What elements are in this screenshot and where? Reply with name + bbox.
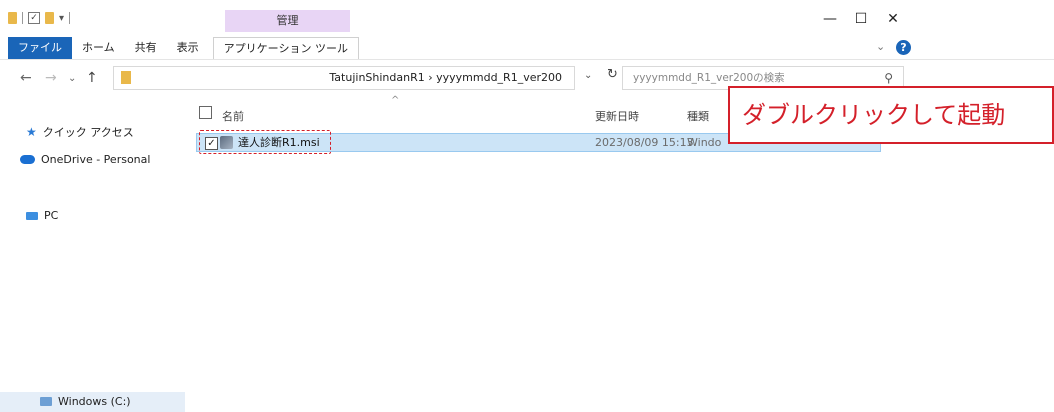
nav-item-quick-access[interactable]: ★ クイック アクセス	[26, 124, 134, 140]
help-icon[interactable]: ?	[896, 40, 911, 55]
back-arrow-icon[interactable]: ←	[20, 70, 32, 86]
select-all-checkbox[interactable]	[199, 106, 212, 119]
folder-icon[interactable]	[8, 12, 17, 24]
address-dropdown-icon[interactable]: ⌄	[584, 70, 592, 81]
tab-home[interactable]: ホーム	[72, 37, 125, 59]
new-folder-icon[interactable]	[45, 12, 54, 24]
file-date: 2023/08/09 15:13	[595, 136, 694, 149]
nav-item-label: PC	[44, 209, 59, 222]
customize-toolbar-icon[interactable]: ▾	[59, 13, 64, 24]
refresh-icon[interactable]: ↻	[607, 67, 618, 82]
minimize-button[interactable]: —	[815, 8, 845, 30]
address-bar[interactable]: TatujinShindanR1 › yyyymmdd_R1_ver200	[113, 66, 575, 90]
quick-access-toolbar: ✓ ▾	[8, 10, 71, 26]
up-arrow-icon[interactable]: ↑	[86, 70, 98, 86]
tab-application-tools[interactable]: アプリケーション ツール	[212, 37, 359, 59]
folder-icon	[121, 71, 131, 84]
nav-item-label: Windows (C:)	[58, 395, 131, 408]
expand-ribbon-icon[interactable]: ⌄	[876, 40, 885, 53]
annotation-callout: ダブルクリックして起動	[728, 86, 1054, 144]
nav-item-onedrive[interactable]: OneDrive - Personal	[20, 153, 150, 166]
maximize-button[interactable]: ☐	[846, 8, 876, 30]
toolbar-divider	[22, 12, 23, 24]
forward-arrow-icon[interactable]: →	[45, 70, 57, 86]
cloud-icon	[20, 155, 35, 164]
close-button[interactable]: ✕	[878, 8, 908, 30]
sort-ascending-icon: ^	[391, 95, 400, 106]
tab-view[interactable]: 表示	[167, 37, 209, 59]
recent-locations-icon[interactable]: ⌄	[68, 73, 76, 84]
context-tab-group: 管理	[225, 10, 350, 32]
highlight-dashed-box	[199, 130, 331, 154]
properties-checkbox-icon[interactable]: ✓	[28, 12, 40, 24]
file-type: Windo	[687, 136, 722, 149]
address-path[interactable]: TatujinShindanR1 › yyyymmdd_R1_ver200	[329, 67, 562, 89]
pc-icon	[26, 211, 38, 220]
tab-file[interactable]: ファイル	[8, 37, 72, 59]
nav-item-label: クイック アクセス	[42, 126, 134, 139]
ribbon-tabs: ファイル ホーム 共有 表示 アプリケーション ツール	[0, 37, 359, 59]
toolbar-divider	[69, 12, 71, 24]
star-icon: ★	[26, 125, 37, 139]
nav-item-label: OneDrive - Personal	[41, 153, 151, 166]
drive-icon	[40, 397, 52, 406]
column-header-name[interactable]: 名前	[222, 108, 244, 124]
column-header-date[interactable]: 更新日時	[595, 108, 639, 124]
tab-share[interactable]: 共有	[125, 37, 167, 59]
column-header-type[interactable]: 種類	[687, 108, 709, 124]
nav-item-windows-drive[interactable]: Windows (C:)	[40, 395, 131, 408]
ribbon-divider	[0, 59, 1054, 60]
nav-item-pc[interactable]: PC	[26, 209, 58, 222]
